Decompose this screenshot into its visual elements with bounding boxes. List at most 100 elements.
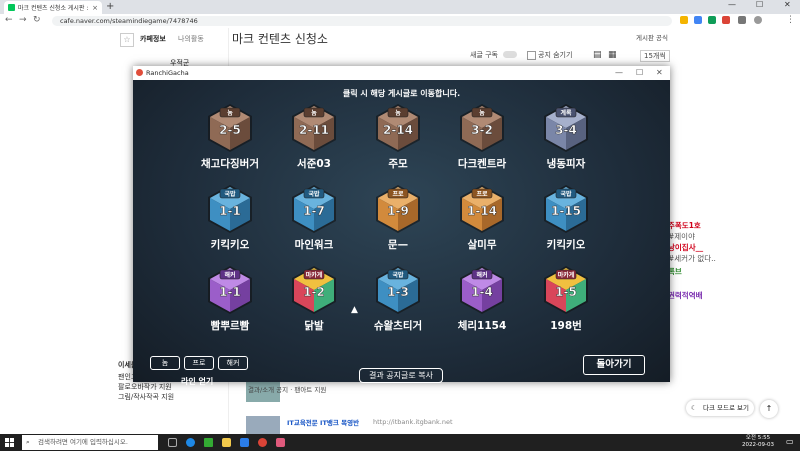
bottom-list-item[interactable]: 그림/작사작곡 지원 — [118, 392, 174, 402]
tab-cafe-info[interactable]: 카페정보 — [140, 35, 166, 43]
badge-tier-label: 놈 — [227, 109, 233, 117]
bottom-row-url: http://itbank.itgbank.net — [373, 418, 453, 426]
window-minimize-button[interactable]: — — [728, 0, 736, 9]
rank-badge[interactable]: 계록 3-4 냉동피자 — [534, 102, 598, 171]
right-item[interactable]: #세커가 없다.. — [668, 253, 716, 264]
subscribe-toggle[interactable] — [503, 51, 517, 58]
minecraft-icon[interactable] — [204, 438, 213, 447]
line-label: 라인 얻기 — [181, 377, 214, 386]
grid-view-icon[interactable]: ▦ — [608, 50, 617, 60]
copy-result-button[interactable]: 결과 공지글로 복사 — [359, 368, 443, 383]
badge-code-label: 1-1 — [219, 204, 241, 218]
rank-badge[interactable]: 놈 3-2 다크켄트라 — [450, 102, 514, 171]
right-item[interactable]: 권력적역배 — [668, 290, 703, 301]
rank-badge[interactable]: 국밥 1-1 키킥키오 — [198, 183, 262, 252]
extension-icon[interactable] — [694, 16, 702, 24]
badge-hex-icon: 국밥 1-15 — [544, 185, 588, 233]
search-placeholder: 검색하려면 여기에 입력하십시오. — [38, 438, 128, 446]
menu-dots-icon[interactable]: ⋮ — [786, 15, 795, 25]
badge-name: 살미무 — [467, 239, 497, 251]
badge-name: 키킥키오 — [210, 239, 250, 251]
new-tab-button[interactable]: + — [106, 1, 114, 12]
badge-code-label: 1-7 — [303, 204, 325, 218]
rank-badge[interactable]: 놈 2-5 채고다징버거 — [198, 102, 262, 171]
rank-badge[interactable]: 프로 1-14 살미무 — [450, 183, 514, 252]
back-arrow-icon[interactable]: ← — [5, 15, 13, 25]
windows-start-icon[interactable] — [5, 438, 14, 447]
dialog-minimize-button[interactable]: — — [615, 66, 623, 80]
bottom-list-item[interactable]: 팔로오바작가 지원 — [118, 382, 172, 392]
dialog-titlebar: RanchiGacha — ☐ ✕ — [133, 66, 670, 80]
rank-badge[interactable]: 국밥 1-7 마인워크 — [282, 183, 346, 252]
rank-badge[interactable]: 마카게 1-5 198번 — [534, 264, 598, 333]
thumbnail-image[interactable] — [246, 416, 280, 436]
dialog-maximize-button[interactable]: ☐ — [636, 66, 643, 80]
badge-code-label: 1-4 — [471, 285, 493, 299]
mouse-cursor-icon: ▲ — [351, 305, 358, 315]
window-maximize-button[interactable]: ☐ — [756, 0, 763, 9]
bottom-row[interactable]: 결과/소개 공지 · 팬아트 지원 — [248, 384, 326, 394]
list-count-select[interactable]: 15개씩 — [640, 50, 670, 62]
file-explorer-icon[interactable] — [222, 438, 231, 447]
notice-checkbox[interactable] — [527, 51, 536, 60]
url-field[interactable]: cafe.naver.com/steamindiegame/7478746 — [52, 16, 672, 26]
badge-tier-label: 국밥 — [224, 190, 236, 198]
badge-code-label: 2-14 — [383, 123, 413, 137]
tier-filter-button[interactable]: 해커 — [218, 356, 248, 370]
back-button[interactable]: 돌아가기 — [583, 355, 645, 375]
extension-icon[interactable] — [680, 16, 688, 24]
scroll-top-icon[interactable]: ↑ — [760, 400, 778, 418]
rank-badge[interactable]: 국밥 1-15 키킥키오 — [534, 183, 598, 252]
rank-badge[interactable]: 놈 2-11 서준03 — [282, 102, 346, 171]
star-icon[interactable]: ☆ — [120, 33, 134, 47]
hint-text: 클릭 시 해당 게시글로 이동합니다. — [342, 89, 461, 98]
system-clock[interactable]: 오전 5:55 2022-09-03 — [742, 435, 774, 449]
rank-badge[interactable]: 프로 1-9 문— — [366, 183, 430, 252]
taskbar-search-input[interactable]: ⌕ 검색하려면 여기에 입력하십시오. — [22, 435, 158, 450]
edge-icon[interactable] — [186, 438, 195, 447]
badge-code-label: 1-5 — [555, 285, 577, 299]
subscribe-label: 새글 구독 — [470, 51, 498, 59]
browser-tab[interactable]: 마크 컨텐츠 신청소 게시판 : 네 × — [4, 1, 102, 14]
gacha-dialog: RanchiGacha — ☐ ✕ 클릭 시 해당 게시글로 이동합니다. 놈 2… — [133, 66, 670, 386]
badge-hex-icon: 놈 3-2 — [460, 104, 504, 152]
list-view-icon[interactable]: ▤ — [593, 50, 602, 60]
extension-icon[interactable] — [708, 16, 716, 24]
badge-code-label: 1-14 — [467, 204, 497, 218]
badge-tier-label: 놈 — [395, 109, 401, 117]
puzzle-icon[interactable] — [738, 16, 746, 24]
rank-badge[interactable]: 놈 2-14 주모 — [366, 102, 430, 171]
bottom-row-link[interactable]: IT교육전문 IT뱅크 목영반 — [287, 417, 359, 427]
chrome-icon[interactable] — [258, 438, 267, 447]
rank-badge[interactable]: 해커 1-4 체리1154 — [450, 264, 514, 333]
dark-mode-button[interactable]: ☾ 다크 모드로 보기 — [686, 400, 754, 416]
profile-avatar-icon[interactable] — [754, 16, 762, 24]
reload-icon[interactable]: ↻ — [33, 15, 41, 25]
badge-hex-icon: 해커 1-1 — [208, 266, 252, 314]
window-close-button[interactable]: ✕ — [784, 0, 791, 9]
rank-badge[interactable]: 해커 1-1 빰뿌르빰 — [198, 264, 262, 333]
rank-badge[interactable]: 마카게 1-2 닭발 — [282, 264, 346, 333]
dialog-close-button[interactable]: ✕ — [656, 66, 663, 80]
tier-filter-button[interactable]: 놈 — [150, 356, 180, 370]
tier-filter-button[interactable]: 프로 — [184, 356, 214, 370]
app-icon[interactable] — [276, 438, 285, 447]
badge-hex-icon: 놈 2-14 — [376, 104, 420, 152]
forward-arrow-icon[interactable]: → — [19, 15, 27, 25]
task-view-icon[interactable] — [168, 438, 177, 447]
side-link[interactable]: 게시판 공식 — [636, 32, 668, 42]
extension-icon[interactable] — [722, 16, 730, 24]
tab-my-activity[interactable]: 나의활동 — [178, 35, 204, 43]
tab-close-icon[interactable]: × — [92, 4, 98, 12]
badge-code-label: 1-15 — [551, 204, 581, 218]
rank-badge[interactable]: 국밥 1-3 슈왈츠티거 — [366, 264, 430, 333]
badge-code-label: 1-3 — [387, 285, 409, 299]
right-item[interactable]: 낭이집사__ — [668, 242, 703, 253]
vscode-icon[interactable] — [240, 438, 249, 447]
badge-name: 체리1154 — [457, 320, 507, 332]
notification-icon[interactable]: ▭ — [786, 437, 794, 446]
right-item[interactable]: 록브 — [668, 266, 682, 277]
badge-code-label: 1-2 — [303, 285, 325, 299]
right-item[interactable]: 주폭도1호 — [668, 220, 701, 231]
right-item[interactable]: #제이야 — [668, 231, 695, 242]
